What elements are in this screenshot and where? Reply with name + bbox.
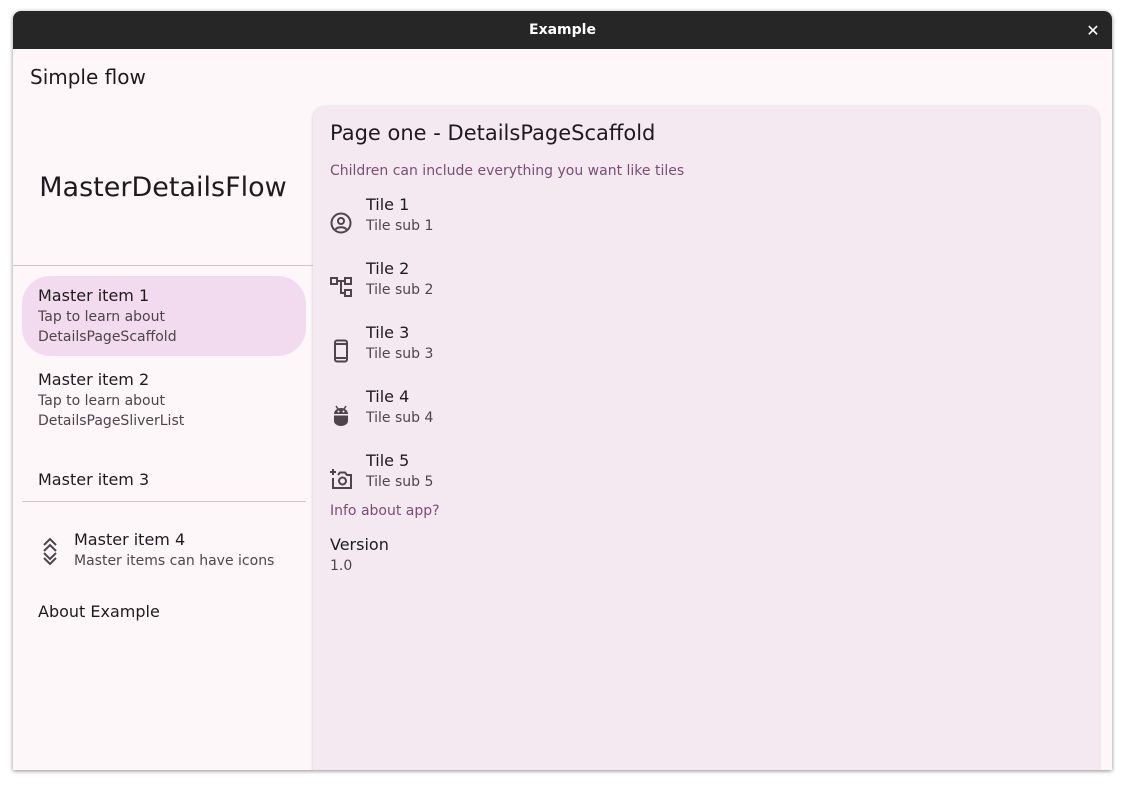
title-bar[interactable]: Example ✕ bbox=[13, 11, 1112, 49]
master-item-subtitle: Master items can have icons bbox=[74, 553, 275, 569]
android-icon bbox=[334, 405, 348, 426]
tile-2[interactable]: Tile 2 Tile sub 2 bbox=[313, 257, 1099, 321]
master-list: MasterDetailsFlow Master item 1 Tap to l… bbox=[13, 106, 313, 770]
master-item-4[interactable]: Master item 4 Master items can have icon… bbox=[22, 520, 306, 580]
section-label: Children can include everything you want… bbox=[330, 163, 685, 179]
appbar-title: Simple flow bbox=[30, 65, 146, 89]
tile-subtitle: Tile sub 3 bbox=[366, 346, 434, 362]
close-icon[interactable]: ✕ bbox=[1084, 21, 1102, 40]
tile-subtitle: Tile sub 1 bbox=[366, 218, 434, 234]
master-item-3[interactable]: Master item 3 bbox=[22, 446, 306, 494]
tile-title: Tile 2 bbox=[366, 259, 410, 278]
tile-subtitle: Tile sub 5 bbox=[366, 474, 434, 490]
double-chevron-expand-icon bbox=[43, 537, 57, 566]
version-row: Version 1.0 bbox=[313, 533, 1099, 583]
tile-subtitle: Tile sub 2 bbox=[366, 282, 434, 298]
master-item-title: Master item 2 bbox=[38, 370, 150, 389]
master-item-title: About Example bbox=[38, 602, 160, 621]
master-item-1[interactable]: Master item 1 Tap to learn about Details… bbox=[22, 276, 306, 356]
tile-title: Tile 5 bbox=[366, 451, 410, 470]
page-title: Page one - DetailsPageScaffold bbox=[330, 121, 656, 145]
details-page: Page one - DetailsPageScaffold Children … bbox=[313, 106, 1099, 770]
tile-3[interactable]: Tile 3 Tile sub 3 bbox=[313, 321, 1099, 385]
tile-title: Tile 1 bbox=[366, 195, 410, 214]
account-tree-icon bbox=[330, 277, 352, 297]
version-label: Version bbox=[330, 535, 389, 554]
master-item-title: Master item 4 bbox=[74, 530, 186, 549]
info-section-label: Info about app? bbox=[330, 503, 440, 519]
tile-1[interactable]: Tile 1 Tile sub 1 bbox=[313, 193, 1099, 257]
divider bbox=[13, 265, 313, 266]
master-item-title: Master item 3 bbox=[38, 470, 150, 489]
tile-4[interactable]: Tile 4 Tile sub 4 bbox=[313, 385, 1099, 449]
add-a-photo-icon bbox=[330, 469, 352, 489]
tile-title: Tile 4 bbox=[366, 387, 410, 406]
app-window: Example ✕ Simple flow MasterDetailsFlow … bbox=[13, 11, 1112, 770]
smartphone-icon bbox=[334, 339, 348, 363]
about-item[interactable]: About Example bbox=[22, 586, 306, 634]
master-header: MasterDetailsFlow bbox=[39, 172, 287, 203]
account-circle-icon bbox=[330, 212, 352, 234]
master-item-subtitle: Tap to learn about DetailsPageSliverList bbox=[38, 393, 185, 429]
tile-title: Tile 3 bbox=[366, 323, 410, 342]
version-value: 1.0 bbox=[330, 558, 353, 574]
tile-subtitle: Tile sub 4 bbox=[366, 410, 434, 426]
divider bbox=[22, 501, 306, 502]
master-item-2[interactable]: Master item 2 Tap to learn about Details… bbox=[22, 360, 306, 440]
master-item-title: Master item 1 bbox=[38, 286, 150, 305]
master-item-subtitle: Tap to learn about DetailsPageScaffold bbox=[38, 309, 177, 345]
window-title: Example bbox=[529, 22, 596, 38]
